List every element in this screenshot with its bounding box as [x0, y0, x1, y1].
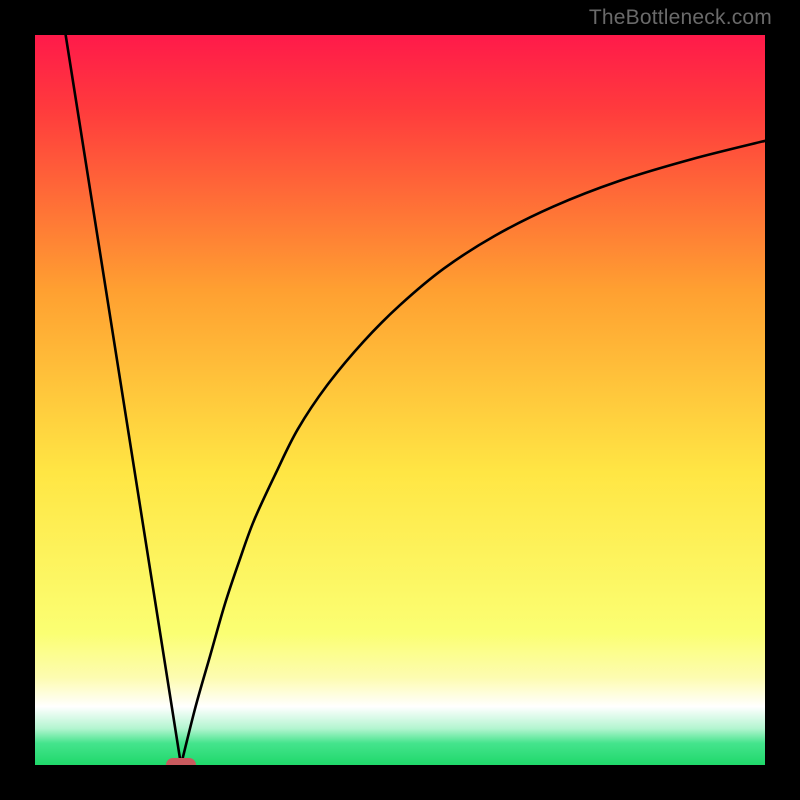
watermark-text: TheBottleneck.com: [589, 6, 772, 30]
chart-frame: TheBottleneck.com: [0, 0, 800, 800]
minimum-marker: [166, 758, 197, 765]
bottleneck-curve: [35, 35, 765, 765]
curve-path: [66, 35, 765, 765]
plot-area: [35, 35, 765, 765]
